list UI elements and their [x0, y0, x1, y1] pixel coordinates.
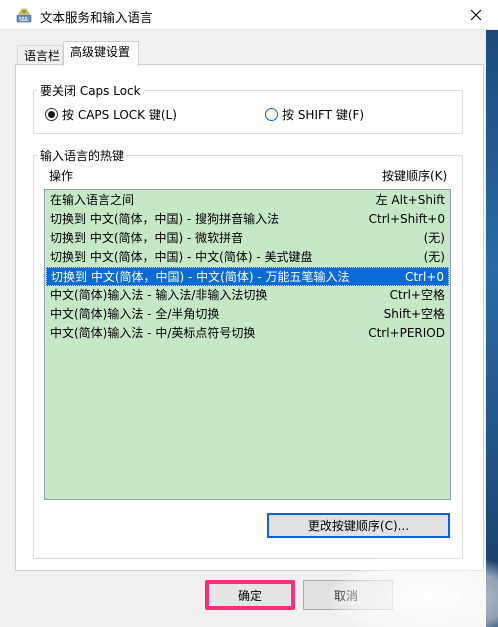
- hotkey-action: 切换到 中文(简体，中国) - 中文(简体) - 万能五笔输入法: [51, 270, 350, 284]
- hotkey-sequence: Shift+空格: [383, 307, 445, 321]
- close-icon: [470, 9, 482, 21]
- hotkey-row[interactable]: 切换到 中文(简体，中国) - 中文(简体) - 美式键盘 (无): [46, 248, 449, 267]
- radio-caps-lock-key[interactable]: 按 CAPS LOCK 键(L): [45, 106, 177, 123]
- hotkey-row[interactable]: 在输入语言之间 左 Alt+Shift: [46, 191, 449, 210]
- app-icon: [16, 8, 32, 23]
- tab-advanced-key-settings[interactable]: 高级键设置: [63, 41, 139, 66]
- radio-button-unchecked[interactable]: [265, 108, 278, 121]
- hotkeys-group-title: 输入语言的热键: [37, 147, 128, 164]
- hotkey-action: 中文(简体)输入法 - 输入法/非输入法切换: [50, 288, 268, 302]
- column-header-action: 操作: [49, 169, 74, 183]
- hotkey-sequence: 左 Alt+Shift: [375, 193, 445, 207]
- hotkey-sequence: Ctrl+0: [404, 270, 444, 284]
- hotkey-action: 切换到 中文(简体，中国) - 微软拼音: [50, 231, 244, 245]
- hotkey-row[interactable]: 切换到 中文(简体，中国) - 搜狗拼音输入法 Ctrl+Shift+0: [46, 210, 449, 229]
- tab-language-bar[interactable]: 语言栏: [17, 45, 63, 65]
- hotkey-sequence: (无): [423, 231, 445, 245]
- radio-caps-lock-label: 按 CAPS LOCK 键(L): [62, 108, 177, 122]
- window-title: 文本服务和输入语言: [40, 10, 153, 25]
- hotkey-row[interactable]: 中文(简体)输入法 - 中/英标点符号切换 Ctrl+PERIOD: [46, 324, 449, 343]
- ok-button[interactable]: 确定: [205, 580, 295, 610]
- hotkey-row[interactable]: 中文(简体)输入法 - 全/半角切换 Shift+空格: [46, 305, 449, 324]
- hotkey-row-selected[interactable]: 切换到 中文(简体，中国) - 中文(简体) - 万能五笔输入法 Ctrl+0: [46, 267, 449, 286]
- column-header-key-sequence: 按键顺序(K): [382, 169, 448, 183]
- hotkey-action: 切换到 中文(简体，中国) - 中文(简体) - 美式键盘: [50, 250, 313, 264]
- hotkey-sequence: Ctrl+PERIOD: [368, 326, 445, 340]
- hotkey-sequence: Ctrl+Shift+0: [368, 212, 445, 226]
- change-key-sequence-button[interactable]: 更改按键顺序(C)...: [267, 513, 450, 538]
- hotkey-list[interactable]: 在输入语言之间 左 Alt+Shift 切换到 中文(简体，中国) - 搜狗拼音…: [44, 189, 451, 500]
- hotkey-row[interactable]: 切换到 中文(简体，中国) - 微软拼音 (无): [46, 229, 449, 248]
- hotkey-sequence: (无): [423, 250, 445, 264]
- hotkey-action: 中文(简体)输入法 - 中/英标点符号切换: [50, 326, 256, 340]
- hotkey-sequence: Ctrl+空格: [389, 288, 445, 302]
- title-bar: 文本服务和输入语言: [0, 0, 498, 30]
- close-button[interactable]: [454, 0, 498, 30]
- cancel-button[interactable]: 取消: [303, 580, 393, 610]
- desktop-background: [486, 30, 498, 627]
- hotkey-action: 中文(简体)输入法 - 全/半角切换: [50, 307, 220, 321]
- hotkey-row[interactable]: 中文(简体)输入法 - 输入法/非输入法切换 Ctrl+空格: [46, 286, 449, 305]
- radio-shift-key[interactable]: 按 SHIFT 键(F): [265, 106, 364, 123]
- radio-shift-label: 按 SHIFT 键(F): [282, 108, 365, 122]
- hotkey-action: 切换到 中文(简体，中国) - 搜狗拼音输入法: [50, 212, 280, 226]
- hotkey-action: 在输入语言之间: [50, 193, 135, 207]
- caps-lock-group-title: 要关闭 Caps Lock: [37, 82, 144, 99]
- radio-button-checked[interactable]: [45, 108, 58, 121]
